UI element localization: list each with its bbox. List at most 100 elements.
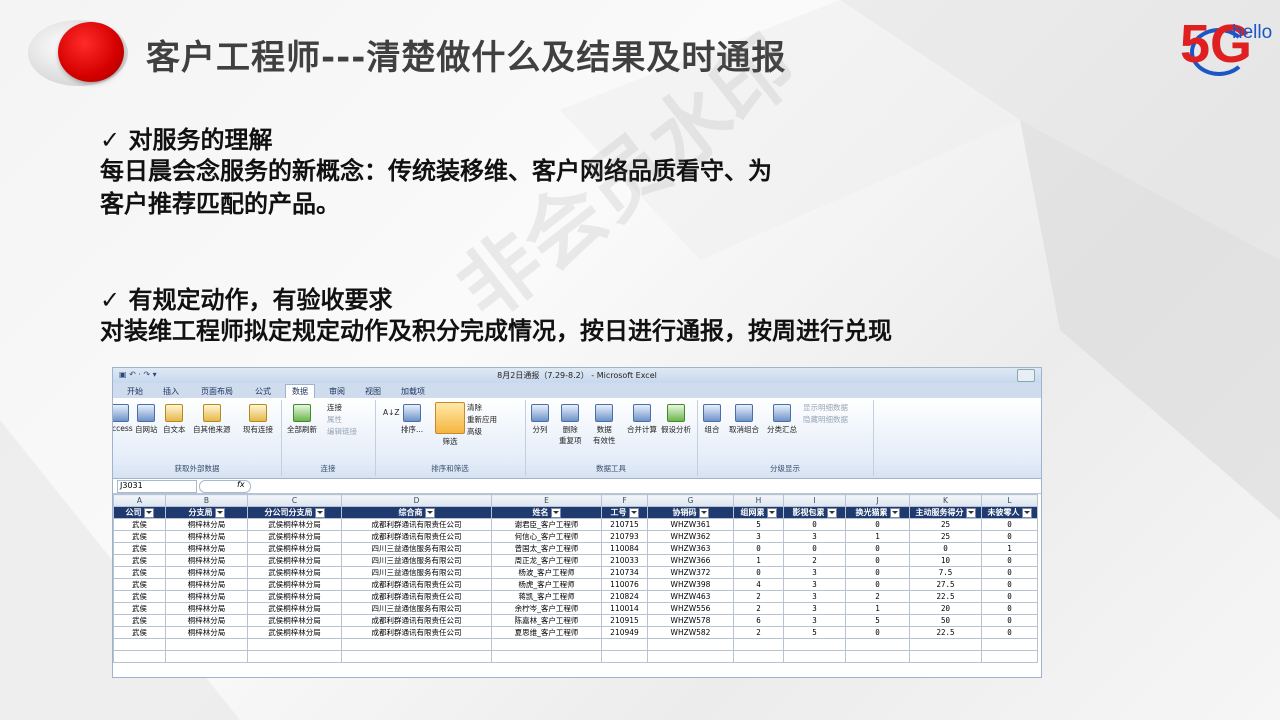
- table-cell[interactable]: 110084: [601, 542, 648, 555]
- table-cell[interactable]: 武侯桐梓林分局: [247, 542, 342, 555]
- table-cell[interactable]: [733, 638, 784, 651]
- table-cell[interactable]: 2: [783, 554, 846, 567]
- table-cell[interactable]: 武侯桐梓林分局: [247, 614, 342, 627]
- table-cell[interactable]: 0: [981, 578, 1038, 591]
- table-cell[interactable]: WHZW578: [647, 614, 734, 627]
- table-cell[interactable]: 6: [733, 614, 784, 627]
- table-cell[interactable]: 2: [845, 590, 910, 603]
- table-cell[interactable]: 25: [909, 530, 982, 543]
- table-cell[interactable]: 0: [845, 554, 910, 567]
- table-cell[interactable]: 蒋凯_客户工程师: [491, 590, 602, 603]
- table-cell[interactable]: WHZW362: [647, 530, 734, 543]
- table-cell[interactable]: 夏思维_客户工程师: [491, 626, 602, 639]
- table-cell[interactable]: 1: [733, 554, 784, 567]
- table-cell[interactable]: 谢君臣_客户工程师: [491, 518, 602, 531]
- table-cell[interactable]: WHZW463: [647, 590, 734, 603]
- table-cell[interactable]: 武侯桐梓林分局: [247, 566, 342, 579]
- table-cell[interactable]: [909, 650, 982, 663]
- window-restore-button[interactable]: [1017, 369, 1035, 382]
- table-cell[interactable]: 0: [909, 542, 982, 555]
- table-cell[interactable]: 武侯桐梓林分局: [247, 530, 342, 543]
- table-cell[interactable]: 桐梓林分局: [165, 614, 248, 627]
- table-cell[interactable]: WHZW361: [647, 518, 734, 531]
- table-cell[interactable]: 22.5: [909, 626, 982, 639]
- filter-dropdown-icon[interactable]: [766, 507, 777, 518]
- table-cell[interactable]: 1: [845, 602, 910, 615]
- table-cell[interactable]: WHZW582: [647, 626, 734, 639]
- table-cell[interactable]: 22.5: [909, 590, 982, 603]
- table-cell[interactable]: 四川三益通信服务有限公司: [341, 542, 492, 555]
- table-cell[interactable]: 210949: [601, 626, 648, 639]
- table-cell[interactable]: 杨波_客户工程师: [491, 566, 602, 579]
- table-cell[interactable]: 7.5: [909, 566, 982, 579]
- consolidate-button[interactable]: 合并计算: [627, 404, 657, 435]
- table-cell[interactable]: 210033: [601, 554, 648, 567]
- filter-dropdown-icon[interactable]: [143, 507, 154, 518]
- table-cell[interactable]: 武侯: [113, 602, 166, 615]
- show-detail-button[interactable]: 显示明细数据: [803, 402, 848, 413]
- properties-button[interactable]: 属性: [327, 414, 342, 425]
- table-cell[interactable]: 武侯: [113, 518, 166, 531]
- table-cell[interactable]: 0: [845, 626, 910, 639]
- what-if-analysis-button[interactable]: 假设分析: [661, 404, 691, 435]
- table-cell[interactable]: 210793: [601, 530, 648, 543]
- table-cell[interactable]: [981, 650, 1038, 663]
- table-cell[interactable]: 桐梓林分局: [165, 626, 248, 639]
- table-cell[interactable]: 2: [733, 626, 784, 639]
- table-cell[interactable]: [845, 650, 910, 663]
- table-cell[interactable]: [247, 638, 342, 651]
- table-cell[interactable]: 0: [981, 590, 1038, 603]
- clear-filter-button[interactable]: 清除: [467, 402, 482, 413]
- table-cell[interactable]: 210824: [601, 590, 648, 603]
- filter-dropdown-icon[interactable]: [698, 507, 709, 518]
- table-cell[interactable]: 武侯桐梓林分局: [247, 602, 342, 615]
- reapply-button[interactable]: 重新应用: [467, 414, 497, 425]
- table-cell[interactable]: 武侯桐梓林分局: [247, 554, 342, 567]
- table-cell[interactable]: 桐梓林分局: [165, 530, 248, 543]
- table-cell[interactable]: 0: [845, 578, 910, 591]
- table-cell[interactable]: [341, 650, 492, 663]
- table-cell[interactable]: 0: [981, 614, 1038, 627]
- remove-duplicates-button[interactable]: 删除 重复项: [559, 404, 582, 446]
- table-cell[interactable]: [909, 638, 982, 651]
- tab-data[interactable]: 数据: [285, 384, 315, 399]
- table-cell[interactable]: 陈嘉林_客户工程师: [491, 614, 602, 627]
- table-cell[interactable]: 曾国太_客户工程师: [491, 542, 602, 555]
- table-cell[interactable]: 桐梓林分局: [165, 542, 248, 555]
- name-box[interactable]: J3031: [117, 480, 197, 493]
- table-cell[interactable]: 武侯桐梓林分局: [247, 518, 342, 531]
- table-cell[interactable]: [647, 650, 734, 663]
- table-cell[interactable]: WHZW556: [647, 602, 734, 615]
- column-letter[interactable]: H: [733, 494, 784, 507]
- table-cell[interactable]: [783, 638, 846, 651]
- column-letter[interactable]: L: [981, 494, 1038, 507]
- table-cell[interactable]: [783, 650, 846, 663]
- table-cell[interactable]: 1: [845, 530, 910, 543]
- table-cell[interactable]: 成都利群通讯有限责任公司: [341, 578, 492, 591]
- table-cell[interactable]: 武侯: [113, 566, 166, 579]
- table-cell[interactable]: 210715: [601, 518, 648, 531]
- table-cell[interactable]: 四川三益通信服务有限公司: [341, 602, 492, 615]
- tab-formulas[interactable]: 公式: [255, 386, 271, 397]
- table-cell[interactable]: 3: [783, 614, 846, 627]
- column-letter[interactable]: F: [601, 494, 648, 507]
- table-cell[interactable]: 3: [783, 590, 846, 603]
- table-cell[interactable]: 210915: [601, 614, 648, 627]
- table-cell[interactable]: 武侯: [113, 530, 166, 543]
- table-cell[interactable]: 20: [909, 602, 982, 615]
- tab-home[interactable]: 开始: [127, 386, 143, 397]
- table-cell[interactable]: [733, 650, 784, 663]
- filter-dropdown-icon[interactable]: [1021, 507, 1032, 518]
- table-cell[interactable]: 武侯桐梓林分局: [247, 578, 342, 591]
- tab-addins[interactable]: 加载项: [401, 386, 425, 397]
- hide-detail-button[interactable]: 隐藏明细数据: [803, 414, 848, 425]
- table-cell[interactable]: WHZW372: [647, 566, 734, 579]
- fx-icon[interactable]: fx: [237, 480, 245, 489]
- table-cell[interactable]: 3: [783, 578, 846, 591]
- table-cell[interactable]: 5: [783, 626, 846, 639]
- subtotal-button[interactable]: 分类汇总: [767, 404, 797, 435]
- table-cell[interactable]: 210734: [601, 566, 648, 579]
- table-cell[interactable]: 成都利群通讯有限责任公司: [341, 530, 492, 543]
- table-cell[interactable]: [491, 638, 602, 651]
- filter-dropdown-icon[interactable]: [424, 507, 435, 518]
